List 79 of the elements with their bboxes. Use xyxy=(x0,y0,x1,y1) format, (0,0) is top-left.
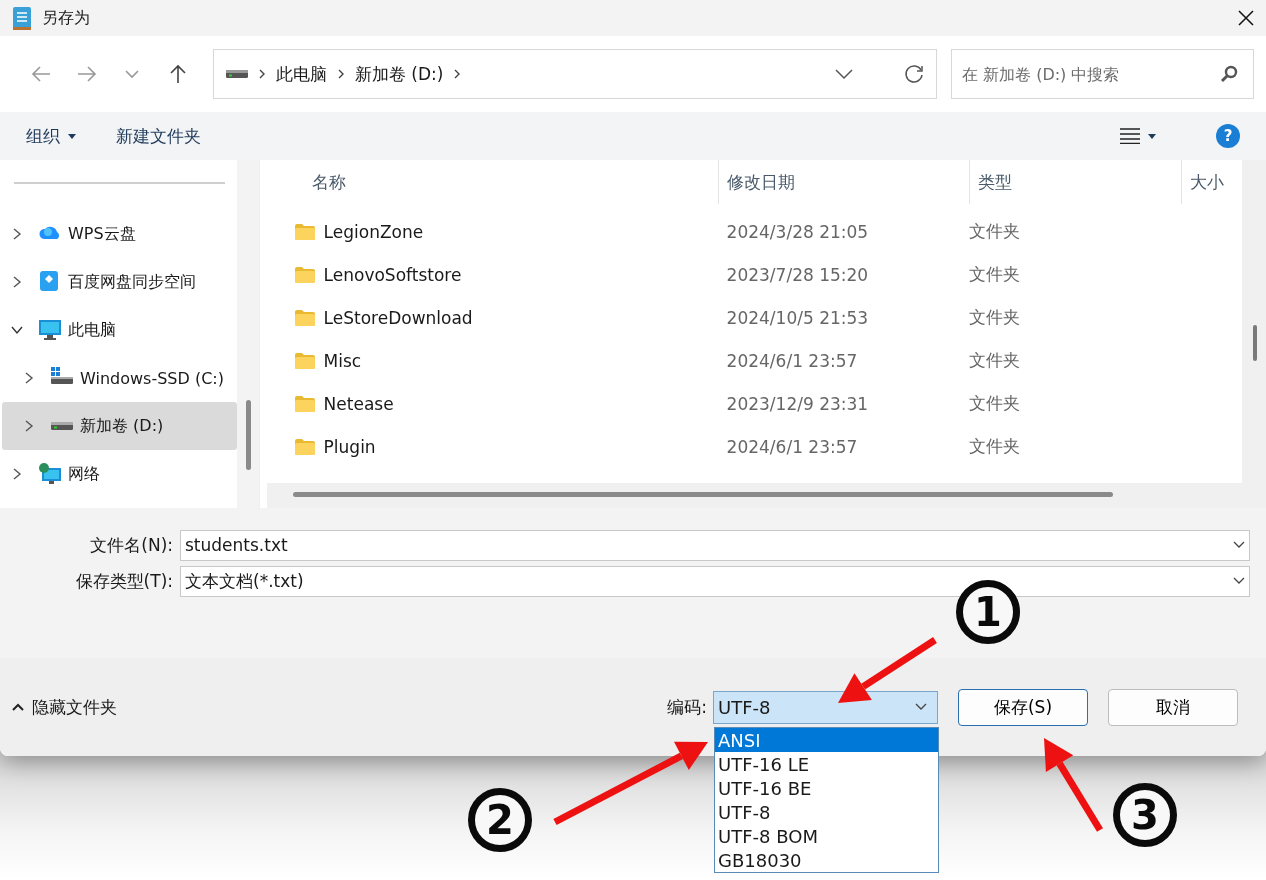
step-number: 3 xyxy=(1113,783,1177,847)
table-cell-text: 2024/6/1 23:57 xyxy=(725,436,859,457)
chevron-down-icon xyxy=(915,703,927,711)
chevron-up-icon[interactable] xyxy=(12,703,24,711)
help-button[interactable]: ? xyxy=(1216,124,1240,148)
encoding-label: 编码: xyxy=(667,695,707,719)
dropdown-option[interactable]: GB18030 xyxy=(715,848,938,872)
caret-down-icon[interactable] xyxy=(1148,133,1156,139)
table-cell-text: 2024/3/28 21:05 xyxy=(725,221,870,242)
file-name[interactable]: LegionZone xyxy=(323,221,424,242)
chevron-down-icon xyxy=(1233,541,1245,549)
table-cell-text: 2024/10/5 21:53 xyxy=(725,307,870,328)
chevron-right-icon xyxy=(257,68,266,80)
dropdown-option[interactable]: UTF-16 BE xyxy=(715,776,938,800)
close-icon[interactable] xyxy=(1238,10,1254,26)
organize-menu[interactable]: 组织 xyxy=(26,124,76,148)
table-cell-text: 2023/12/9 23:31 xyxy=(725,393,870,414)
table-cell-text: 文件夹 xyxy=(967,435,1021,458)
window-title: 另存为 xyxy=(42,7,90,29)
encoding-dropdown[interactable]: UTF-8 xyxy=(713,690,938,724)
file-name[interactable]: Netease xyxy=(323,393,394,414)
dropdown-option[interactable]: UTF-16 LE xyxy=(715,752,938,776)
sidebar-item[interactable]: WPS云盘 xyxy=(2,210,237,258)
input-field[interactable]: students.txt xyxy=(180,529,1250,561)
file-name[interactable]: LeStoreDownload xyxy=(323,307,473,328)
file-name[interactable]: LenovoSoftstore xyxy=(323,264,462,285)
column-header[interactable]: 修改日期 xyxy=(718,160,970,204)
chevron-right-icon xyxy=(336,68,345,80)
folder-icon xyxy=(293,437,316,456)
table-cell-text: 文件夹 xyxy=(967,306,1021,329)
sidebar-item[interactable]: Windows-SSD (C:) xyxy=(2,354,237,402)
scrollbar[interactable] xyxy=(1241,160,1266,508)
file-name[interactable]: Misc xyxy=(323,350,362,371)
refresh-icon[interactable] xyxy=(903,64,924,84)
dropdown-option[interactable]: UTF-8 xyxy=(715,800,938,824)
input-field[interactable]: 文本文档(*.txt) xyxy=(180,565,1250,597)
chevron-down-icon[interactable] xyxy=(833,68,854,80)
search-field[interactable]: 在 新加卷 (D:) 中搜索 xyxy=(950,49,1254,99)
field-label: 文件名(N): xyxy=(89,533,174,557)
chevron-right-icon xyxy=(453,68,462,80)
column-header[interactable]: 名称 xyxy=(266,160,719,204)
sidebar-item[interactable]: 新加卷 (D:) xyxy=(2,402,237,450)
folder-icon xyxy=(293,222,316,241)
view-list-icon[interactable] xyxy=(1120,128,1140,144)
network-icon xyxy=(38,462,62,486)
table-cell-text: 文件夹 xyxy=(967,263,1021,286)
hide-folders-link[interactable]: 隐藏文件夹 xyxy=(32,695,117,719)
computer-icon xyxy=(38,318,62,342)
breadcrumb-item[interactable]: 此电脑 xyxy=(275,62,327,86)
search-icon xyxy=(1219,65,1238,83)
notepad-icon xyxy=(12,5,32,31)
table-cell-text: 文件夹 xyxy=(967,220,1021,243)
table-cell-text: 2023/7/28 15:20 xyxy=(725,264,870,285)
cancel-button[interactable]: 取消 xyxy=(1108,688,1238,726)
caret-down-icon xyxy=(68,133,76,139)
table-cell-text: 文件夹 xyxy=(967,349,1021,372)
step-number: 2 xyxy=(468,788,532,852)
save-button[interactable]: 保存(S) xyxy=(958,688,1088,726)
breadcrumb-item[interactable]: 新加卷 (D:) xyxy=(354,62,444,86)
address-bar[interactable]: 此电脑 新加卷 (D:) xyxy=(212,49,937,99)
new-folder-button[interactable]: 新建文件夹 xyxy=(116,124,201,148)
field-label: 保存类型(T): xyxy=(74,569,174,593)
sidebar-item[interactable]: 网络 xyxy=(2,450,237,498)
dropdown-option[interactable]: UTF-8 BOM xyxy=(715,824,938,848)
column-header[interactable]: 类型 xyxy=(969,160,1182,204)
drive-icon xyxy=(225,69,248,79)
folder-icon xyxy=(293,308,316,327)
folder-icon xyxy=(293,351,316,370)
column-header[interactable]: 大小 xyxy=(1181,160,1242,204)
table-cell-text: 2024/6/1 23:57 xyxy=(725,350,859,371)
table-cell-text: 文件夹 xyxy=(967,392,1021,415)
file-name[interactable]: Plugin xyxy=(323,436,376,457)
dropdown-option[interactable]: ANSI xyxy=(715,728,938,752)
drive-icon xyxy=(50,421,74,431)
folder-icon xyxy=(293,265,316,284)
sidebar-item[interactable]: 百度网盘同步空间 xyxy=(2,258,237,306)
chevron-down-icon xyxy=(1233,577,1245,585)
sidebar-item[interactable]: 此电脑 xyxy=(2,306,237,354)
folder-icon xyxy=(293,394,316,413)
